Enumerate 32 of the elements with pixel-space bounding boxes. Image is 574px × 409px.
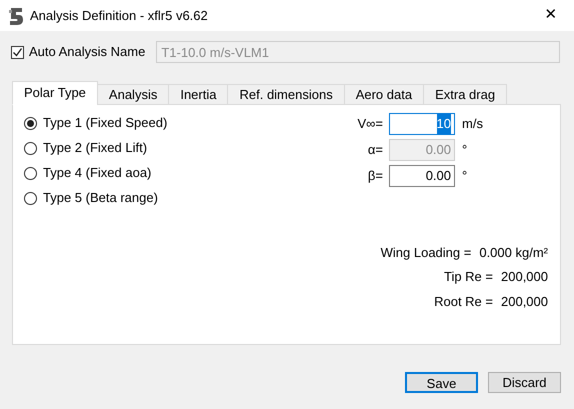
- unit-label: °: [462, 167, 468, 186]
- radio-label: Type 4 (Fixed aoa): [43, 164, 152, 182]
- check-icon: [12, 46, 23, 58]
- radio-label: Type 5 (Beta range): [43, 189, 158, 208]
- dialog-button[interactable]: Discard: [488, 372, 561, 393]
- number-field[interactable]: 0.00: [389, 165, 455, 187]
- info-label: Wing Loading =: [380, 244, 472, 262]
- tab[interactable]: Extra drag: [423, 84, 508, 105]
- radio-button[interactable]: [24, 142, 37, 154]
- info-value: 0.000 kg/m²: [479, 244, 548, 262]
- field-label: V∞=: [356, 115, 383, 134]
- radio-button[interactable]: [24, 192, 37, 204]
- number-field[interactable]: 10: [389, 113, 455, 135]
- window-title: Analysis Definition - xflr5 v6.62: [30, 6, 208, 25]
- field-label: α=: [366, 141, 383, 160]
- info-label: Tip Re =: [444, 268, 493, 286]
- unit-label: °: [462, 141, 468, 160]
- tab[interactable]: Analysis: [96, 84, 170, 105]
- dialog-button[interactable]: Save: [405, 372, 478, 393]
- field-label: β=: [366, 167, 383, 186]
- radio-button[interactable]: [24, 116, 37, 130]
- radio-button[interactable]: [24, 166, 37, 180]
- info-label: Root Re =: [434, 292, 493, 310]
- checkbox-label: Auto Analysis Name: [29, 43, 146, 62]
- info-value: 200,000: [501, 292, 548, 310]
- app-logo-icon: [8, 6, 24, 24]
- unit-label: m/s: [462, 115, 483, 134]
- tab[interactable]: Polar Type: [12, 81, 98, 105]
- radio-label: Type 2 (Fixed Lift): [43, 139, 148, 158]
- radio-label: Type 1 (Fixed Speed): [43, 114, 168, 132]
- close-button[interactable]: ✕: [528, 0, 574, 31]
- info-value: 200,000: [501, 268, 548, 286]
